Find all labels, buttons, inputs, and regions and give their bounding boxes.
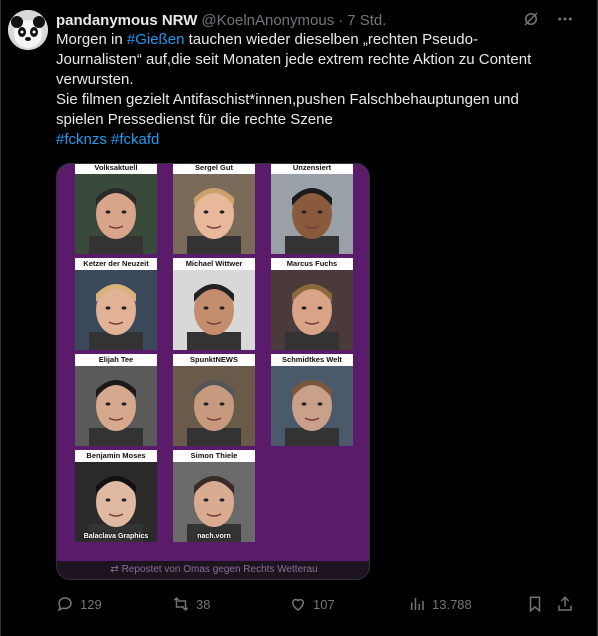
hashtag-giessen[interactable]: #Gießen bbox=[127, 31, 185, 48]
person-photo bbox=[75, 270, 157, 350]
bookmark-icon bbox=[526, 595, 544, 613]
action-bar: 129 38 107 13.788 bbox=[56, 594, 576, 614]
like-count: 107 bbox=[313, 596, 335, 612]
repost-count: 38 bbox=[196, 596, 211, 612]
panda-avatar-icon bbox=[8, 10, 48, 50]
person-photo bbox=[271, 174, 353, 254]
tweet-line-1: Morgen in #Gießen tauchen wieder dieselb… bbox=[56, 31, 478, 48]
person-photo: Balaclava Graphics bbox=[75, 462, 157, 542]
repost-button[interactable]: 38 bbox=[172, 594, 210, 614]
photo-caption: Balaclava Graphics bbox=[83, 533, 149, 540]
tweet-hashtags: #fcknzs #fckafd bbox=[56, 130, 576, 150]
author-handle[interactable]: @KoelnAnonymous bbox=[201, 12, 334, 29]
tweet-line-3: verwursten. bbox=[56, 71, 134, 88]
person-label: Ketzer der Neuzeit bbox=[75, 258, 157, 270]
person-photo bbox=[75, 366, 157, 446]
separator-dot: · bbox=[338, 11, 344, 29]
person-photo bbox=[75, 174, 157, 254]
person-label: Elijah Tee bbox=[75, 354, 157, 366]
views-chart-icon bbox=[408, 595, 426, 613]
share-button[interactable] bbox=[556, 594, 574, 614]
person-label: Volksaktuell bbox=[75, 164, 157, 174]
tweet-line-5: spielen Pressedienst für die rechte Szen… bbox=[56, 111, 333, 128]
reply-icon bbox=[56, 595, 74, 613]
repost-attribution: ⇄ Repostet von Omas gegen Rechts Wettera… bbox=[57, 561, 369, 579]
header-actions bbox=[522, 10, 574, 28]
person-photo bbox=[173, 270, 255, 350]
person-label: Simon Thiele bbox=[173, 450, 255, 462]
tweet-text: Morgen in #Gießen tauchen wieder dieselb… bbox=[56, 30, 576, 150]
tweet-header: pandanymous NRW @KoelnAnonymous · 7 Std. bbox=[56, 10, 386, 30]
avatar[interactable] bbox=[8, 10, 48, 50]
reply-button[interactable]: 129 bbox=[56, 594, 102, 614]
repost-icon: ⇄ bbox=[110, 564, 122, 575]
person-label: Schmidtkes Welt bbox=[271, 354, 353, 366]
person-label: SpunktNEWS bbox=[173, 354, 255, 366]
heart-icon bbox=[289, 595, 307, 613]
person-label: Benjamin Moses bbox=[75, 450, 157, 462]
author-name[interactable]: pandanymous NRW bbox=[56, 12, 197, 29]
grok-icon[interactable] bbox=[522, 10, 540, 28]
person-label: Michael Wittwer bbox=[173, 258, 255, 270]
tweet-line-2: Journalisten“ auf,die seit Monaten jede … bbox=[56, 51, 532, 68]
person-photo bbox=[173, 366, 255, 446]
share-icon bbox=[556, 595, 574, 613]
person-label: Sergel Gut bbox=[173, 164, 255, 174]
views-button[interactable]: 13.788 bbox=[408, 594, 472, 614]
reply-count: 129 bbox=[80, 596, 102, 612]
more-options-icon[interactable] bbox=[556, 10, 574, 28]
like-button[interactable]: 107 bbox=[289, 594, 335, 614]
person-photo bbox=[271, 270, 353, 350]
media-image[interactable]: Volksaktuell Sergel Gut Unzensiert Ketzer d… bbox=[56, 163, 370, 580]
person-label: Marcus Fuchs bbox=[271, 258, 353, 270]
person-label: Unzensiert bbox=[271, 164, 353, 174]
post-time[interactable]: 7 Std. bbox=[347, 12, 386, 29]
person-photo bbox=[271, 366, 353, 446]
bookmark-button[interactable] bbox=[526, 594, 544, 614]
tweet-line-4: Sie filmen gezielt Antifaschist*innen,pu… bbox=[56, 91, 519, 108]
photo-caption: nach.vorn bbox=[197, 533, 231, 540]
hashtag-fcknzs[interactable]: #fcknzs bbox=[56, 131, 107, 148]
person-photo bbox=[173, 174, 255, 254]
people-grid: Volksaktuell Sergel Gut Unzensiert Ketzer d… bbox=[57, 164, 369, 564]
repost-arrows-icon bbox=[172, 595, 190, 613]
hashtag-fckafd[interactable]: #fckafd bbox=[111, 131, 159, 148]
views-count: 13.788 bbox=[432, 596, 472, 612]
person-photo: nach.vorn bbox=[173, 462, 255, 542]
